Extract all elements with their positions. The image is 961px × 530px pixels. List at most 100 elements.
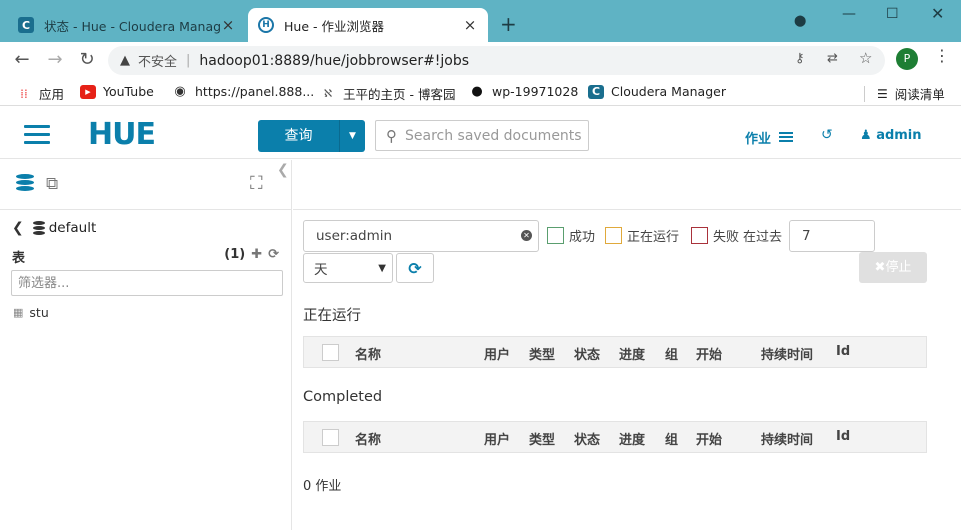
checkbox-box[interactable] bbox=[605, 227, 622, 244]
browser-toolbar: ← → ↻ ▲ 不安全 | hadoop01:8889/hue/jobbrows… bbox=[0, 42, 961, 78]
database-breadcrumb[interactable]: ❮ default bbox=[12, 220, 96, 236]
youtube-icon: ▶ bbox=[80, 84, 96, 99]
column-header-id[interactable]: Id bbox=[836, 344, 850, 359]
status-label: 正在运行 bbox=[627, 230, 680, 245]
blog-icon: ℵ bbox=[323, 87, 333, 100]
reading-list[interactable]: ☰ 阅读清单 bbox=[864, 84, 945, 103]
column-header-name[interactable]: 名称 bbox=[355, 429, 381, 448]
database-icon[interactable] bbox=[16, 174, 34, 194]
completed-jobs-table-header: 名称 用户 类型 状态 进度 组 开始 持续时间 Id bbox=[303, 421, 927, 453]
column-header-duration[interactable]: 持续时间 bbox=[761, 344, 813, 363]
address-bar[interactable]: ▲ 不安全 | hadoop01:8889/hue/jobbrowser#!jo… bbox=[108, 46, 885, 75]
tab-title: 状态 - Hue - Cloudera Manage bbox=[44, 18, 220, 34]
reload-icon[interactable]: ↻ bbox=[75, 48, 99, 72]
history-icon[interactable]: ↺ bbox=[821, 127, 833, 143]
translate-icon[interactable]: ⇄ bbox=[827, 51, 838, 66]
bookmark-label: 王平的主页 - 博客园 bbox=[343, 87, 456, 102]
tab-hue-jobbrowser[interactable]: H Hue - 作业浏览器 × bbox=[248, 8, 488, 42]
search-icon: ⚲ bbox=[386, 126, 397, 145]
search-input[interactable] bbox=[405, 127, 581, 144]
refresh-icon[interactable]: ⟳ bbox=[268, 247, 279, 266]
caret-down-icon[interactable]: ▼ bbox=[340, 131, 365, 141]
column-header-type[interactable]: 类型 bbox=[529, 344, 555, 363]
checkbox-box[interactable] bbox=[691, 227, 708, 244]
jobs-link[interactable]: 作业 bbox=[745, 128, 794, 147]
column-header-user[interactable]: 用户 bbox=[484, 344, 510, 363]
job-filter[interactable]: ✕ bbox=[303, 220, 539, 252]
column-header-status[interactable]: 状态 bbox=[574, 344, 600, 363]
days-input[interactable] bbox=[789, 220, 875, 252]
status-label: 成功 bbox=[569, 230, 596, 245]
column-header-status[interactable]: 状态 bbox=[574, 429, 600, 448]
in-the-past-label: 在过去 bbox=[743, 230, 783, 245]
bookmark-github[interactable]: ● wp-19971028 bbox=[469, 84, 578, 99]
status-running-checkbox[interactable]: 正在运行 bbox=[605, 226, 679, 245]
column-header-progress[interactable]: 进度 bbox=[619, 429, 645, 448]
clear-filter-icon[interactable]: ✕ bbox=[521, 230, 532, 241]
hue-top-nav: HUE 查询 ▼ ⚲ 作业 ↺ ♟ admin bbox=[0, 107, 961, 159]
window-close-icon[interactable]: ✕ bbox=[931, 4, 944, 23]
column-header-duration[interactable]: 持续时间 bbox=[761, 429, 813, 448]
refresh-button[interactable]: ⟳ bbox=[396, 253, 434, 283]
reading-list-label: 阅读清单 bbox=[894, 87, 945, 102]
add-icon[interactable]: ✚ bbox=[251, 247, 262, 266]
select-all-checkbox[interactable] bbox=[322, 429, 339, 446]
bookmark-star-icon[interactable]: ☆ bbox=[859, 49, 872, 67]
checkbox-box[interactable] bbox=[547, 227, 564, 244]
folder-icon[interactable]: ⛶ bbox=[250, 173, 263, 194]
cloudera-favicon-icon: C bbox=[18, 17, 34, 33]
close-tab-icon[interactable]: × bbox=[462, 16, 478, 34]
reading-list-icon: ☰ bbox=[877, 86, 888, 101]
column-header-name[interactable]: 名称 bbox=[355, 344, 381, 363]
key-icon[interactable]: ⚷ bbox=[795, 51, 805, 66]
security-label: 不安全 bbox=[138, 55, 178, 70]
back-icon[interactable]: ← bbox=[10, 48, 34, 72]
column-header-group[interactable]: 组 bbox=[665, 429, 678, 448]
new-tab-button[interactable]: + bbox=[500, 12, 517, 36]
forward-icon[interactable]: → bbox=[43, 48, 67, 72]
time-unit-select[interactable]: 天 ▼ bbox=[303, 253, 393, 283]
bookmark-apps[interactable]: ⁞⁞ 应用 bbox=[16, 84, 64, 103]
bookmark-cloudera[interactable]: C Cloudera Manager bbox=[588, 84, 726, 99]
url-text[interactable]: hadoop01:8889/hue/jobbrowser#!jobs bbox=[199, 53, 469, 69]
address-separator: | bbox=[186, 53, 191, 68]
left-assist-panel: ⧉ ⛶ ❮ ❮ default 表 (1) ✚ ⟳ ▦ stu bbox=[0, 160, 292, 530]
table-filter-input[interactable] bbox=[11, 270, 283, 296]
column-header-type[interactable]: 类型 bbox=[529, 429, 555, 448]
maximize-icon[interactable]: ☐ bbox=[886, 6, 899, 22]
user-menu[interactable]: ♟ admin bbox=[860, 128, 922, 143]
close-tab-icon[interactable]: × bbox=[220, 16, 236, 34]
profile-avatar[interactable]: P bbox=[896, 48, 918, 70]
query-button[interactable]: 查询 ▼ bbox=[258, 120, 365, 152]
hamburger-menu-icon[interactable] bbox=[24, 125, 50, 144]
column-header-group[interactable]: 组 bbox=[665, 344, 678, 363]
bookmark-youtube[interactable]: ▶ YouTube bbox=[80, 84, 154, 99]
column-header-user[interactable]: 用户 bbox=[484, 429, 510, 448]
documents-icon[interactable]: ⧉ bbox=[46, 174, 66, 194]
document-search[interactable]: ⚲ bbox=[375, 120, 589, 151]
stop-button[interactable]: ✖停止 bbox=[859, 252, 927, 283]
minimize-icon[interactable]: — bbox=[842, 6, 856, 22]
column-header-start[interactable]: 开始 bbox=[696, 344, 722, 363]
tab-cloudera-status[interactable]: C 状态 - Hue - Cloudera Manage × bbox=[8, 8, 246, 42]
assist-panel-toolbar: ⧉ ⛶ ❮ bbox=[0, 160, 291, 210]
bookmark-blog[interactable]: ℵ 王平的主页 - 博客园 bbox=[320, 84, 456, 103]
select-all-checkbox[interactable] bbox=[322, 344, 339, 361]
tab-search-icon[interactable]: ⬤ bbox=[794, 14, 806, 27]
jobs-link-label: 作业 bbox=[745, 132, 772, 147]
column-header-id[interactable]: Id bbox=[836, 429, 850, 444]
back-chevron-icon[interactable]: ❮ bbox=[12, 220, 24, 236]
bookmark-label: YouTube bbox=[103, 84, 154, 99]
job-filter-input[interactable] bbox=[316, 222, 516, 250]
apps-grid-icon: ⁞⁞ bbox=[20, 86, 28, 101]
browser-menu-icon[interactable]: ⋮ bbox=[934, 46, 950, 65]
column-header-progress[interactable]: 进度 bbox=[619, 344, 645, 363]
completed-section-title: Completed bbox=[303, 389, 383, 405]
table-item-stu[interactable]: ▦ stu bbox=[13, 305, 49, 320]
status-succeeded-checkbox[interactable]: 成功 bbox=[547, 226, 595, 245]
column-header-start[interactable]: 开始 bbox=[696, 429, 722, 448]
bookmark-panel[interactable]: ◉ https://panel.888... bbox=[172, 84, 314, 99]
hue-logo[interactable]: HUE bbox=[88, 117, 156, 152]
collapse-panel-icon[interactable]: ❮ bbox=[277, 162, 289, 178]
status-failed-checkbox[interactable]: 失败 在过去 bbox=[691, 226, 782, 245]
